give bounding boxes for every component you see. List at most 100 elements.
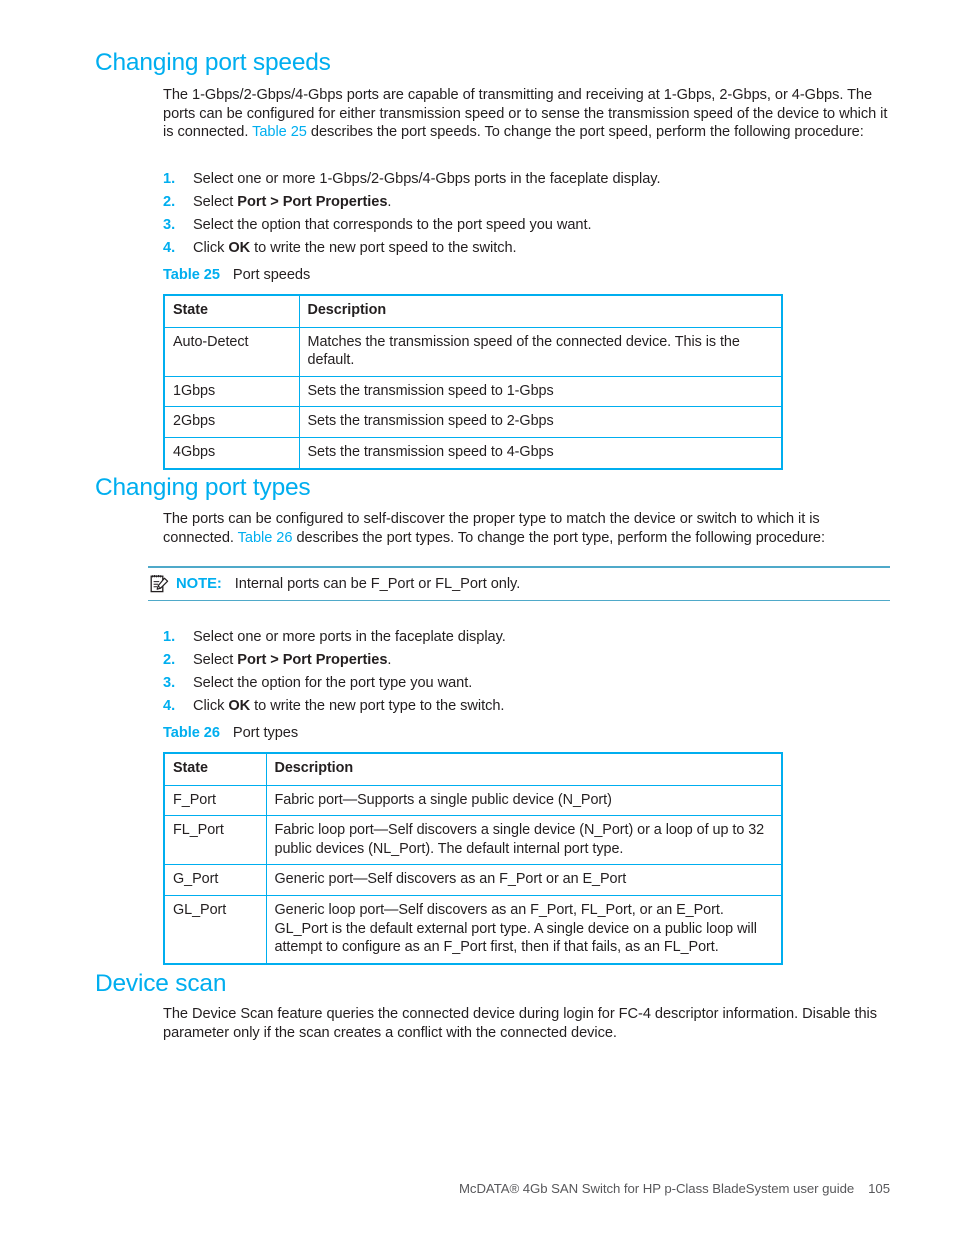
cell-state: Auto-Detect bbox=[163, 326, 300, 377]
column-header-state: State bbox=[163, 295, 300, 328]
cell-state: G_Port bbox=[163, 864, 267, 896]
table-26-label: Table 26 bbox=[163, 725, 220, 741]
list-item: 1. Select one or more ports in the facep… bbox=[163, 627, 891, 650]
table-25-label: Table 25 bbox=[163, 267, 220, 283]
step-text: Click OK to write the new port speed to … bbox=[193, 238, 891, 258]
cell-description: Fabric loop port—Self discovers a single… bbox=[265, 815, 783, 866]
cell-state: FL_Port bbox=[163, 815, 267, 866]
step-text-bold: Port > Port Properties bbox=[237, 194, 388, 210]
note-label: NOTE: bbox=[176, 575, 222, 592]
page-footer: McDATA® 4Gb SAN Switch for HP p-Class Bl… bbox=[0, 1181, 890, 1196]
note-admonition: NOTE: Internal ports can be F_Port or FL… bbox=[148, 566, 890, 601]
list-item: 2. Select Port > Port Properties. bbox=[163, 650, 891, 673]
step-text-bold: Port > Port Properties bbox=[237, 652, 388, 668]
table-row: 1Gbps Sets the transmission speed to 1-G… bbox=[163, 375, 783, 408]
intro-paragraph-device-scan: The Device Scan feature queries the conn… bbox=[163, 1006, 877, 1041]
step-text-after: . bbox=[387, 652, 392, 668]
intro-paragraph-port-speeds: The 1-Gbps/2-Gbps/4-Gbps ports are capab… bbox=[163, 86, 891, 142]
table-port-types: State Description F_Port Fabric port—Sup… bbox=[163, 752, 783, 965]
cell-description: Generic loop port—Self discovers as an F… bbox=[265, 894, 783, 965]
step-text-after: to write the new port type to the switch… bbox=[250, 698, 505, 714]
step-text: Select one or more ports in the faceplat… bbox=[193, 627, 891, 647]
step-text-bold: OK bbox=[228, 698, 251, 714]
step-text: Click OK to write the new port type to t… bbox=[193, 696, 891, 716]
step-text-before: Select the option for the port type you … bbox=[193, 675, 473, 691]
step-number: 4. bbox=[163, 240, 176, 256]
paragraph-text-part2: describes the port speeds. To change the… bbox=[306, 124, 864, 141]
page-title-device-scan: Device scan bbox=[95, 970, 227, 997]
step-number: 3. bbox=[163, 675, 176, 691]
note-content-row: NOTE: Internal ports can be F_Port or FL… bbox=[148, 568, 890, 600]
step-text-before: Click bbox=[193, 698, 229, 714]
column-header-description: Description bbox=[265, 753, 783, 786]
table-port-speeds: State Description Auto-Detect Matches th… bbox=[163, 294, 783, 470]
cell-state: F_Port bbox=[163, 784, 267, 817]
step-number: 3. bbox=[163, 217, 176, 233]
cell-state: 1Gbps bbox=[163, 375, 300, 408]
cell-description: Sets the transmission speed to 4-Gbps bbox=[298, 436, 783, 470]
note-text: Internal ports can be F_Port or FL_Port … bbox=[234, 575, 521, 592]
document-page: Changing port speeds The 1-Gbps/2-Gbps/4… bbox=[0, 0, 954, 1235]
page-title-changing-port-speeds: Changing port speeds bbox=[95, 49, 331, 76]
table-25-cross-reference-link[interactable]: Table 25 bbox=[252, 124, 307, 140]
cell-state: GL_Port bbox=[163, 894, 267, 965]
table-25-caption: Table 25 Port speeds bbox=[163, 266, 310, 284]
step-text: Select the option that corresponds to th… bbox=[193, 215, 891, 235]
step-number: 2. bbox=[163, 652, 176, 668]
step-number: 2. bbox=[163, 194, 176, 210]
list-item: 2. Select Port > Port Properties. bbox=[163, 192, 891, 215]
step-text-before: Select one or more 1-Gbps/2-Gbps/4-Gbps … bbox=[193, 171, 661, 187]
list-item: 3. Select the option for the port type y… bbox=[163, 673, 891, 696]
table-row: FL_Port Fabric loop port—Self discovers … bbox=[163, 815, 783, 866]
list-item: 4. Click OK to write the new port speed … bbox=[163, 238, 891, 261]
step-text: Select the option for the port type you … bbox=[193, 673, 891, 693]
step-text: Select Port > Port Properties. bbox=[193, 192, 891, 212]
procedure-list-port-types: 1. Select one or more ports in the facep… bbox=[163, 627, 891, 719]
step-text-before: Select the option that corresponds to th… bbox=[193, 217, 592, 233]
table-row: 4Gbps Sets the transmission speed to 4-G… bbox=[163, 436, 783, 470]
column-header-state: State bbox=[163, 753, 267, 786]
table-row: G_Port Generic port—Self discovers as an… bbox=[163, 864, 783, 896]
cell-state: 4Gbps bbox=[163, 436, 300, 470]
note-bottom-divider bbox=[148, 599, 890, 601]
step-text-bold: OK bbox=[228, 240, 251, 256]
table-row: 2Gbps Sets the transmission speed to 2-G… bbox=[163, 406, 783, 438]
step-text: Select Port > Port Properties. bbox=[193, 650, 891, 670]
note-pencil-icon bbox=[150, 574, 169, 592]
table-25-title: Port speeds bbox=[232, 267, 311, 283]
step-number: 1. bbox=[163, 171, 176, 187]
table-header-row: State Description bbox=[163, 753, 783, 786]
page-title-changing-port-types: Changing port types bbox=[95, 474, 311, 501]
step-text-before: Select bbox=[193, 194, 238, 210]
table-row: F_Port Fabric port—Supports a single pub… bbox=[163, 784, 783, 817]
intro-paragraph-port-types: The ports can be configured to self-disc… bbox=[163, 510, 891, 547]
step-number: 1. bbox=[163, 629, 176, 645]
step-text-before: Select one or more ports in the faceplat… bbox=[193, 629, 506, 645]
cell-description: Matches the transmission speed of the co… bbox=[298, 326, 783, 377]
procedure-list-port-speeds: 1. Select one or more 1-Gbps/2-Gbps/4-Gb… bbox=[163, 169, 891, 261]
step-text-after: to write the new port speed to the switc… bbox=[250, 240, 517, 256]
footer-title: McDATA® 4Gb SAN Switch for HP p-Class Bl… bbox=[458, 1181, 855, 1196]
step-number: 4. bbox=[163, 698, 176, 714]
cell-description: Generic port—Self discovers as an F_Port… bbox=[265, 864, 783, 896]
cell-description: Sets the transmission speed to 1-Gbps bbox=[298, 375, 783, 408]
cell-description: Sets the transmission speed to 2-Gbps bbox=[298, 406, 783, 438]
list-item: 4. Click OK to write the new port type t… bbox=[163, 696, 891, 719]
list-item: 3. Select the option that corresponds to… bbox=[163, 215, 891, 238]
table-row: GL_Port Generic loop port—Self discovers… bbox=[163, 894, 783, 965]
step-text-before: Click bbox=[193, 240, 229, 256]
paragraph-text-part2: describes the port types. To change the … bbox=[292, 529, 825, 546]
table-header-row: State Description bbox=[163, 295, 783, 328]
table-row: Auto-Detect Matches the transmission spe… bbox=[163, 326, 783, 377]
step-text-before: Select bbox=[193, 652, 238, 668]
step-text: Select one or more 1-Gbps/2-Gbps/4-Gbps … bbox=[193, 169, 891, 189]
column-header-description: Description bbox=[298, 295, 783, 328]
step-text-after: . bbox=[387, 194, 392, 210]
table-26-title: Port types bbox=[232, 725, 299, 741]
cell-description: Fabric port—Supports a single public dev… bbox=[265, 784, 783, 817]
table-26-cross-reference-link[interactable]: Table 26 bbox=[238, 530, 293, 546]
cell-state: 2Gbps bbox=[163, 406, 300, 438]
list-item: 1. Select one or more 1-Gbps/2-Gbps/4-Gb… bbox=[163, 169, 891, 192]
page-number: 105 bbox=[868, 1181, 890, 1196]
table-26-caption: Table 26 Port types bbox=[163, 724, 298, 742]
